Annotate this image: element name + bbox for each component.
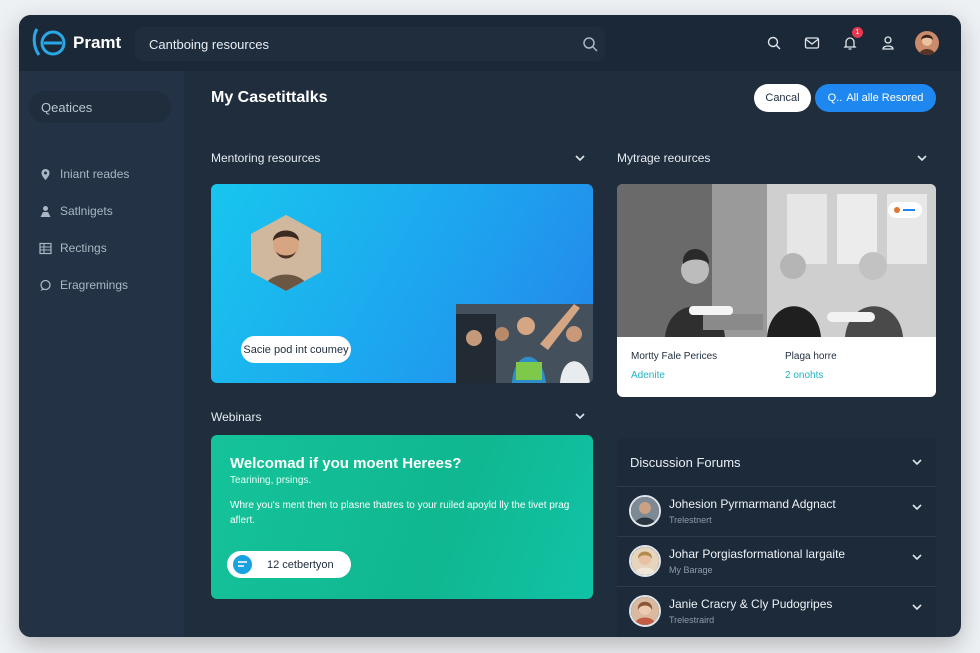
webinar-card[interactable]: Welcomad if you moent Herees? Tearining,… (211, 435, 593, 599)
notification-bell-icon[interactable]: 1 (839, 27, 863, 54)
forum-subtitle: My Barage (669, 565, 713, 575)
sidebar-search-input[interactable]: Qeatices (29, 91, 171, 123)
logo-mark-icon (31, 25, 69, 61)
meeting-photo (617, 184, 936, 337)
mail-icon[interactable] (801, 32, 823, 54)
photo-sub-right[interactable]: 2 onohts (785, 370, 823, 381)
webinar-body: Whre you's ment then to plasne thatres t… (230, 500, 570, 526)
forum-avatar (629, 595, 661, 627)
top-bar: Pramt Cantboing resources 1 (19, 15, 961, 71)
webinar-subtitle: Tearining, prsings. (230, 475, 312, 486)
chevron-down-icon[interactable] (911, 601, 923, 613)
section-title-mentoring: Mentoring resources (211, 151, 321, 165)
forum-title: Janie Cracry & Cly Pudogripes (669, 597, 833, 611)
photo-caption-right: Plaga horre (785, 351, 837, 362)
chevron-down-icon[interactable] (574, 152, 586, 164)
search-icon[interactable] (581, 35, 599, 53)
chevron-down-icon[interactable] (911, 551, 923, 563)
sidebar: Qeatices Iniant reades Satlnigets Rectin… (19, 71, 184, 637)
sidebar-item-eragremings[interactable]: Eragremings (39, 278, 128, 292)
sidebar-item-label: Rectings (60, 241, 107, 255)
forums-title: Discussion Forums (630, 455, 741, 470)
mentor-portrait (251, 215, 321, 291)
sidebar-item-label: Satlnigets (60, 204, 113, 218)
image-card[interactable]: Mortty Fale Perices Adenite Plaga horre … (617, 184, 936, 397)
webinar-chat-icon (231, 553, 254, 576)
grid-icon (39, 242, 52, 254)
group-photo (456, 304, 593, 383)
brand-logo[interactable]: Pramt (31, 25, 121, 61)
brand-name: Pramt (73, 33, 122, 52)
sidebar-item-rectings[interactable]: Rectings (39, 241, 107, 255)
profile-lock-icon[interactable] (877, 32, 899, 54)
discussion-forums-panel: Discussion Forums Johesion Pyrmarmand Ad… (617, 438, 936, 637)
sidebar-item-label: Eragremings (60, 278, 129, 292)
chevron-down-icon[interactable] (574, 410, 586, 422)
location-pin-icon (41, 168, 50, 180)
forum-subtitle: Trelestnert (669, 515, 712, 525)
chat-icon (40, 279, 51, 291)
all-resources-button[interactable]: Q.. All alle Resored (815, 84, 936, 112)
photo-sub-left[interactable]: Adenite (631, 370, 665, 381)
person-icon (40, 205, 51, 217)
notification-badge: 1 (852, 27, 863, 38)
mentoring-card[interactable]: Sacie pod int coumey (211, 184, 593, 383)
photo-caption-left: Mortty Fale Perices (631, 351, 718, 362)
sidebar-item-iniant-reades[interactable]: Iniant reades (39, 167, 129, 181)
sidebar-item-label: Iniant reades (60, 167, 130, 181)
search-input[interactable]: Cantboing resources (149, 37, 269, 52)
forum-avatar (629, 495, 661, 527)
search-user-icon[interactable] (763, 32, 785, 54)
search-bar[interactable]: Cantboing resources (135, 27, 605, 61)
chevron-down-icon[interactable] (911, 501, 923, 513)
record-dot-icon (894, 207, 900, 213)
app-window: Pramt Cantboing resources 1 Qeatices Ini… (19, 15, 961, 637)
page-title: My Casetittalks (211, 89, 328, 106)
sidebar-item-satlnigets[interactable]: Satlnigets (39, 204, 113, 218)
forum-subtitle: Trelestraird (669, 615, 715, 625)
webinar-title: Welcomad if you moent Herees? (230, 455, 462, 472)
button-label: All alle Resored (846, 92, 924, 104)
journey-pill[interactable]: Sacie pod int coumey (241, 336, 351, 363)
forum-title: Johar Porgiasformational largaite (669, 547, 846, 561)
media-toggle[interactable] (888, 202, 922, 218)
forum-row[interactable]: Johesion Pyrmarmand Adgnact Trelestnert (617, 486, 936, 536)
forum-row[interactable]: Johar Porgiasformational largaite My Bar… (617, 536, 936, 586)
forum-avatar (629, 545, 661, 577)
chevron-down-icon[interactable] (911, 456, 923, 468)
section-title-image: Mytrage reources (617, 151, 711, 165)
user-avatar[interactable] (915, 31, 939, 55)
section-title-webinars: Webinars (211, 410, 262, 424)
forum-row[interactable]: Janie Cracry & Cly Pudogripes Trelestrai… (617, 586, 936, 636)
top-actions: 1 (763, 27, 939, 55)
chevron-down-icon[interactable] (916, 152, 928, 164)
cancel-button[interactable]: Cancal (754, 84, 811, 112)
forum-title: Johesion Pyrmarmand Adgnact (669, 497, 836, 511)
menu-lines-icon (903, 209, 915, 211)
button-prefix: Q.. (827, 92, 843, 104)
